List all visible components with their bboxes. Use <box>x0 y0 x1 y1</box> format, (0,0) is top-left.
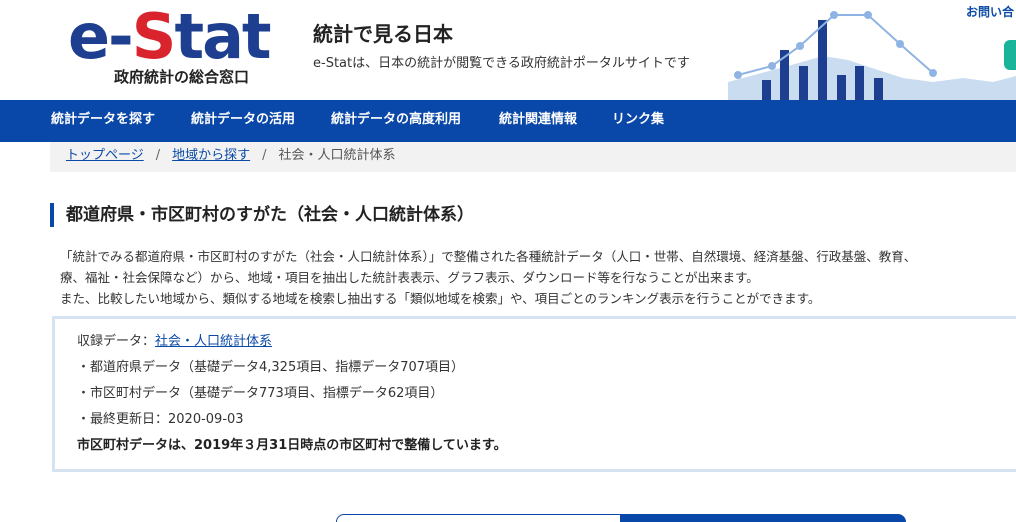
chart-bar <box>855 66 864 100</box>
dataset-item-prefecture: ・都道府県データ（基礎データ4,325項目、指標データ707項目） <box>77 360 465 375</box>
dataset-source-line: 収録データ：社会・人口統計体系 <box>77 329 1016 355</box>
nav-item-use-data[interactable]: 統計データの活用 <box>191 100 295 142</box>
page-title: 都道府県・市区町村のすがた（社会・人口統計体系） <box>50 203 474 227</box>
intro-line: また、比較したい地域から、類似する地域を検索し抽出する「類似地域を検索」や、項目… <box>60 291 821 306</box>
site-title: 統計で見る日本 <box>313 22 453 46</box>
breadcrumb-current: 社会・人口統計体系 <box>278 148 396 163</box>
chart-bar <box>799 66 808 100</box>
estat-logo[interactable]: e-Stat 政府統計の総合窓口 <box>68 0 272 92</box>
dataset-item-last-updated: ・最終更新日：2020-09-03 <box>77 412 244 427</box>
breadcrumb-separator: / <box>262 148 267 163</box>
chart-bar <box>837 75 846 100</box>
site-description: e-Statは、日本の統計が閲覧できる政府統計ポータルサイトです <box>313 56 690 71</box>
nav-item-links[interactable]: リンク集 <box>612 100 664 142</box>
dataset-note: 市区町村データは、2019年３月31日時点の市区町村で整備しています。 <box>77 438 507 453</box>
site-header: e-Stat 政府統計の総合窓口 統計で見る日本 e-Statは、日本の統計が閲… <box>0 0 1016 100</box>
breadcrumb-separator: / <box>155 148 161 163</box>
logo-subtitle: 政府統計の総合窓口 <box>114 68 250 86</box>
tab-left[interactable] <box>336 514 622 522</box>
breadcrumb-link-top[interactable]: トップページ <box>66 148 144 163</box>
breadcrumb: トップページ / 地域から探す / 社会・人口統計体系 <box>50 142 1016 172</box>
chart-bar <box>874 78 883 100</box>
header-action-button[interactable] <box>1004 40 1016 70</box>
intro-line: 療、福祉・社会保障など）から、地域・項目を抽出した統計表表示、グラフ表示、ダウン… <box>60 270 759 285</box>
breadcrumb-link-region[interactable]: 地域から探す <box>172 148 250 163</box>
intro-line: 「統計でみる都道府県・市区町村のすがた（社会・人口統計体系）」で整備された各種統… <box>60 249 917 264</box>
logo-wordmark: e-Stat <box>68 0 272 73</box>
nav-item-advanced-use[interactable]: 統計データの高度利用 <box>331 100 461 142</box>
dataset-link[interactable]: 社会・人口統計体系 <box>155 334 272 349</box>
chart-bar <box>762 80 771 100</box>
nav-item-find-data[interactable]: 統計データを探す <box>51 100 155 142</box>
contact-link[interactable]: お問い合 <box>966 3 1014 20</box>
global-nav: 統計データを探す 統計データの活用 統計データの高度利用 統計関連情報 リンク集 <box>0 100 1016 142</box>
dataset-info-box: 収録データ：社会・人口統計体系 ・都道府県データ（基礎データ4,325項目、指標… <box>52 316 1016 472</box>
dataset-item-municipality: ・市区町村データ（基礎データ773項目、指標データ62項目） <box>77 386 444 401</box>
tab-right[interactable] <box>620 514 906 522</box>
chart-bar <box>818 20 827 100</box>
dataset-label: 収録データ： <box>77 334 156 349</box>
nav-item-related-info[interactable]: 統計関連情報 <box>499 100 577 142</box>
intro-text: 「統計でみる都道府県・市区町村のすがた（社会・人口統計体系）」で整備された各種統… <box>60 246 1016 309</box>
